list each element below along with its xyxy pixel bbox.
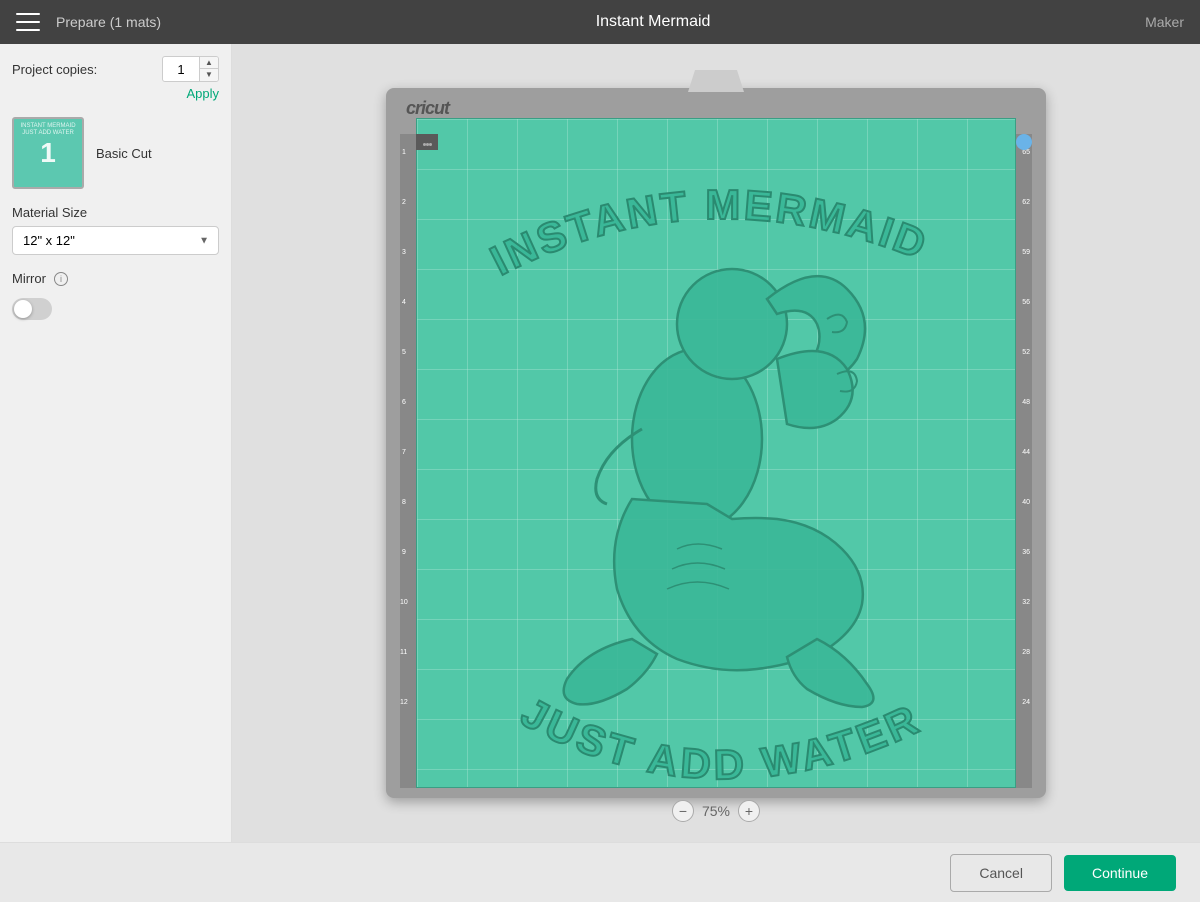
mirror-label: Mirror — [12, 271, 46, 286]
cancel-button[interactable]: Cancel — [950, 854, 1052, 892]
svg-text:44: 44 — [1022, 449, 1030, 456]
copies-row: Project copies: ▲ ▼ — [12, 56, 219, 82]
footer: Cancel Continue — [0, 842, 1200, 902]
svg-text:5: 5 — [402, 349, 406, 356]
svg-text:9: 9 — [402, 549, 406, 556]
svg-text:6: 6 — [402, 399, 406, 406]
mirror-row: Mirror i — [12, 271, 219, 286]
zoom-decrease-button[interactable]: − — [672, 800, 694, 822]
svg-text:11: 11 — [400, 649, 407, 656]
content-area: cricut 12 34 56 78 910 1112 — [232, 44, 1200, 842]
material-size-select-wrap: 12" x 12" 12" x 24" Custom — [12, 226, 219, 255]
selection-handle-rotate[interactable] — [1016, 134, 1032, 150]
ruler-left: 1 2 3 4 5 6 7 8 9 10 11 12 — [400, 134, 416, 788]
mat-item: INSTANT MERMAID JUST ADD WATER 1 Basic C… — [12, 117, 219, 189]
mat-name: Basic Cut — [96, 146, 152, 161]
svg-text:2: 2 — [402, 199, 406, 206]
machine-label: Maker — [1145, 14, 1184, 30]
mat-canvas: cricut 12 34 56 78 910 1112 — [386, 88, 1046, 798]
svg-text:36: 36 — [1022, 549, 1030, 556]
menu-icon[interactable] — [16, 13, 40, 31]
material-size-select[interactable]: 12" x 12" 12" x 24" Custom — [12, 226, 219, 255]
sidebar: Project copies: ▲ ▼ Apply INSTANT MERMAI… — [0, 44, 232, 842]
svg-text:4: 4 — [402, 299, 406, 306]
svg-text:24: 24 — [1022, 699, 1030, 706]
toggle-wrap — [12, 298, 219, 320]
mat-number: 1 — [40, 137, 56, 169]
mat-thumbnail[interactable]: INSTANT MERMAID JUST ADD WATER 1 — [12, 117, 84, 189]
svg-text:1: 1 — [402, 149, 406, 156]
apply-btn-wrap: Apply — [12, 86, 219, 101]
copies-input-wrap: ▲ ▼ — [162, 56, 219, 82]
app-title: Instant Mermaid — [161, 13, 1145, 31]
svg-text:52: 52 — [1022, 349, 1030, 356]
mat-thumbnail-label: INSTANT MERMAID JUST ADD WATER — [18, 123, 78, 137]
dots-icon — [423, 133, 432, 151]
svg-text:8: 8 — [402, 499, 406, 506]
svg-text:12: 12 — [400, 699, 408, 706]
mirror-info-icon[interactable]: i — [54, 272, 68, 286]
copies-label: Project copies: — [12, 62, 97, 77]
svg-text:32: 32 — [1022, 599, 1030, 606]
mat-outer: cricut 12 34 56 78 910 1112 — [386, 88, 1046, 798]
mat-inner: INSTANT MERMAID JUST ADD WATER — [416, 118, 1016, 788]
zoom-controls: − 75% + — [672, 800, 760, 822]
copies-spinners: ▲ ▼ — [199, 57, 218, 81]
svg-text:28: 28 — [1022, 649, 1030, 656]
ruler-right: 65 62 59 56 52 48 44 40 36 32 28 24 — [1016, 134, 1032, 788]
copies-increment[interactable]: ▲ — [200, 57, 218, 69]
svg-text:10: 10 — [400, 599, 408, 606]
mirror-toggle[interactable] — [12, 298, 52, 320]
svg-text:7: 7 — [402, 449, 406, 456]
svg-text:3: 3 — [402, 249, 406, 256]
mat-grid: INSTANT MERMAID JUST ADD WATER — [417, 119, 1015, 787]
zoom-increase-button[interactable]: + — [738, 800, 760, 822]
continue-button[interactable]: Continue — [1064, 855, 1176, 891]
main-layout: Project copies: ▲ ▼ Apply INSTANT MERMAI… — [0, 44, 1200, 842]
copies-decrement[interactable]: ▼ — [200, 69, 218, 81]
copies-input[interactable] — [163, 60, 199, 79]
material-size-label: Material Size — [12, 205, 219, 220]
cricut-logo: cricut — [406, 98, 449, 119]
window-title: Prepare (1 mats) — [56, 14, 161, 30]
svg-text:59: 59 — [1022, 249, 1030, 256]
zoom-level: 75% — [702, 803, 730, 819]
header: Prepare (1 mats) Instant Mermaid Maker — [0, 0, 1200, 44]
svg-text:56: 56 — [1022, 299, 1030, 306]
apply-button[interactable]: Apply — [186, 86, 219, 101]
svg-text:48: 48 — [1022, 399, 1030, 406]
mat-handle — [681, 70, 751, 92]
selection-handle-dots[interactable] — [416, 134, 438, 150]
svg-text:62: 62 — [1022, 199, 1030, 206]
svg-text:40: 40 — [1022, 499, 1030, 506]
svg-text:65: 65 — [1022, 149, 1030, 156]
